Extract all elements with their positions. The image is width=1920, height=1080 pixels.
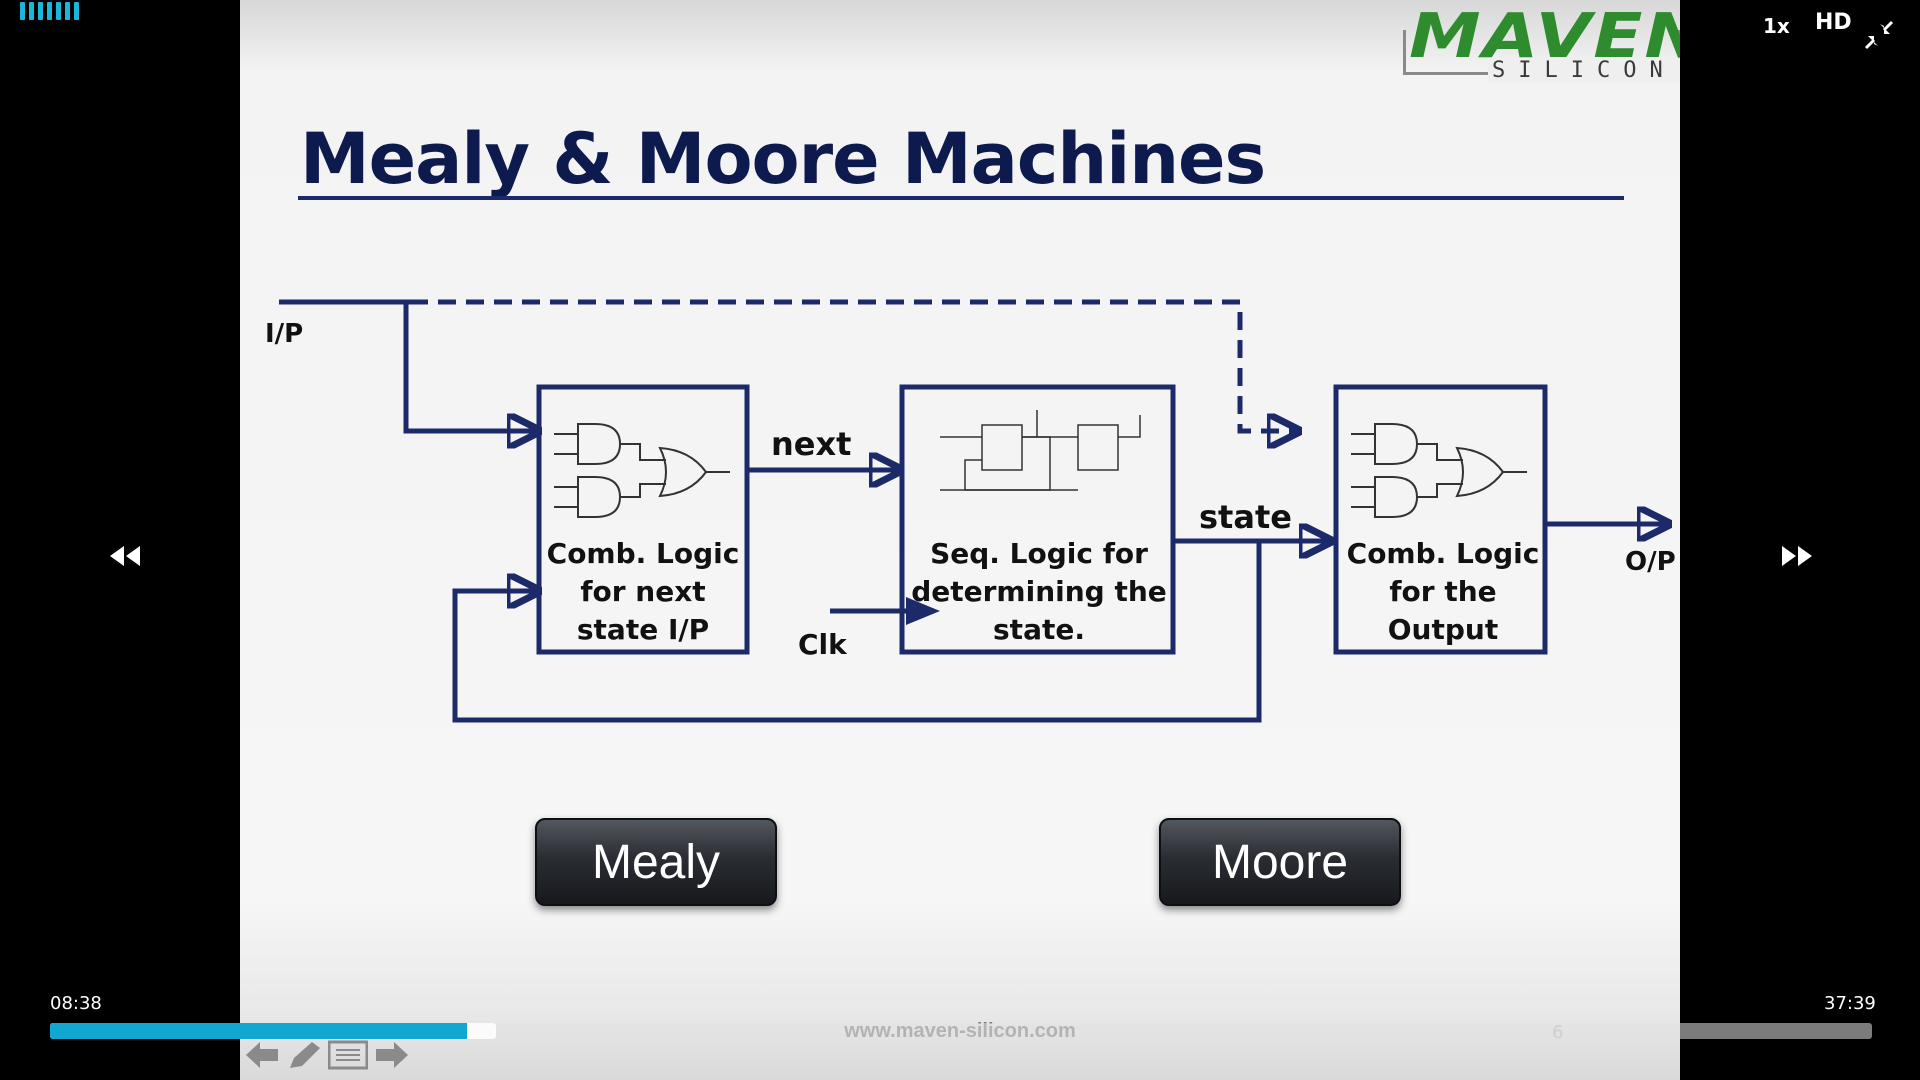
next-arrow-icon[interactable] — [374, 1040, 410, 1074]
mealy-moore-diagram: I/P next state Clk O/P Comb. Logic for n… — [265, 299, 1676, 723]
progress-played — [50, 1023, 468, 1039]
block2-line3: state. — [993, 613, 1085, 646]
quality-button[interactable]: HD — [1815, 10, 1852, 35]
moore-button[interactable]: Moore — [1159, 818, 1401, 906]
block2-line2: determining the — [911, 575, 1167, 608]
logic-gates-icon-2 — [1351, 423, 1527, 518]
block1-line3: state I/P — [577, 613, 709, 646]
signal-bars-icon — [20, 2, 79, 20]
prev-arrow-icon[interactable] — [244, 1040, 280, 1074]
block3-line2: for the — [1389, 575, 1496, 608]
state-label: state — [1199, 498, 1292, 536]
slide-navigation — [244, 1040, 410, 1074]
block3-line1: Comb. Logic — [1347, 537, 1540, 570]
pen-icon[interactable] — [286, 1040, 322, 1074]
input-to-block1 — [403, 302, 535, 431]
current-time: 08:38 — [50, 993, 102, 1014]
rewind-icon[interactable] — [108, 544, 142, 572]
next-label: next — [771, 425, 851, 463]
slide: MAVEN SILICON Mealy & Moore Machines I/P… — [240, 0, 1680, 1080]
block1-line1: Comb. Logic — [547, 537, 740, 570]
collapse-icon[interactable] — [1864, 20, 1894, 54]
flip-flops-icon — [940, 410, 1141, 491]
output-label: O/P — [1625, 547, 1676, 577]
clk-label: Clk — [798, 628, 848, 661]
duration: 37:39 — [1824, 993, 1876, 1014]
logic-gates-icon-1 — [554, 423, 730, 518]
block3-line3: Output — [1388, 613, 1498, 646]
dashed-input-path — [410, 299, 1295, 431]
playback-speed[interactable]: 1x — [1763, 14, 1790, 38]
fast-forward-icon[interactable] — [1780, 544, 1814, 572]
input-label: I/P — [265, 319, 303, 349]
mealy-button[interactable]: Mealy — [535, 818, 777, 906]
menu-icon[interactable] — [327, 1040, 369, 1074]
progress-bar[interactable] — [50, 1023, 1872, 1039]
block1-line2: for next — [580, 575, 705, 608]
block2-line1: Seq. Logic for — [930, 537, 1148, 570]
